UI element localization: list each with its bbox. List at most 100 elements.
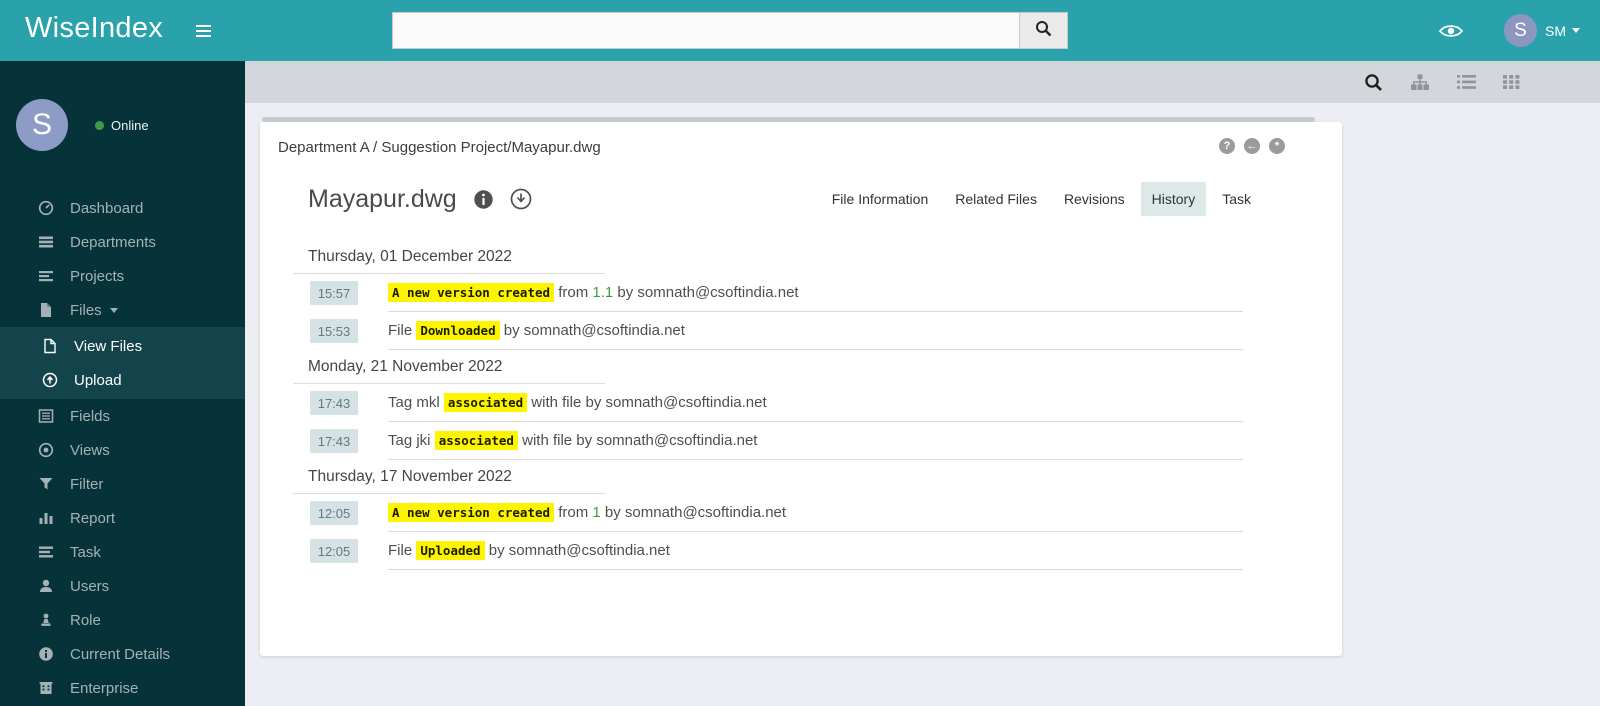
event-version: 1	[592, 504, 601, 521]
views-icon	[37, 442, 55, 458]
sidebar-item-label: Fields	[70, 407, 111, 425]
tab-task[interactable]: Task	[1211, 182, 1262, 216]
sidebar-profile: S Online	[0, 61, 245, 177]
event-suffix: by somnath@csoftindia.net	[484, 542, 670, 559]
sidebar-item-label: Dashboard	[70, 199, 144, 217]
enterprise-icon	[37, 680, 55, 696]
help-icon[interactable]: ?	[1219, 138, 1235, 154]
sidebar-item-label: Enterprise	[70, 679, 139, 697]
search-button[interactable]	[1020, 12, 1068, 49]
history-event-text: File Downloaded by somnath@csoftindia.ne…	[388, 312, 1243, 350]
sidebar-item-label: View Files	[74, 337, 143, 355]
fields-icon	[37, 408, 55, 424]
download-icon[interactable]	[510, 188, 532, 210]
sidebar-item-files[interactable]: Files	[0, 293, 245, 327]
event-prefix: Tag mkl	[388, 394, 444, 411]
sidebar-item-current-details[interactable]: Current Details	[0, 637, 245, 671]
event-highlight: associated	[434, 431, 518, 450]
sidebar-menu: Dashboard Departments Projects Files Vie…	[0, 191, 245, 705]
history-date-header: Monday, 21 November 2022	[293, 350, 605, 384]
topbar-right-group: S SM	[1438, 0, 1580, 61]
sidebar: S Online Dashboard Departments Projects …	[0, 61, 245, 706]
task-icon	[37, 544, 55, 560]
time-badge: 12:05	[310, 501, 358, 525]
history-row: 17:43 Tag mkl associated with file by so…	[293, 384, 1243, 422]
sitemap-icon[interactable]	[1410, 74, 1430, 91]
card-header-icons: ? ← *	[1219, 138, 1285, 154]
breadcrumb: Department A / Suggestion Project/Mayapu…	[278, 139, 601, 156]
files-submenu: View Files Upload	[0, 327, 245, 399]
sidebar-item-label: Report	[70, 509, 116, 527]
asterisk-icon[interactable]: *	[1269, 138, 1285, 154]
sidebar-item-task[interactable]: Task	[0, 535, 245, 569]
history-row: 17:43 Tag jki associated with file by so…	[293, 422, 1243, 460]
hamburger-menu-icon[interactable]	[196, 25, 211, 40]
event-highlight: A new version created	[388, 503, 555, 522]
sidebar-item-label: Filter	[70, 475, 104, 493]
online-status: Online	[95, 118, 149, 133]
tab-revisions[interactable]: Revisions	[1053, 182, 1136, 216]
eye-icon[interactable]	[1438, 22, 1464, 40]
list-view-icon[interactable]	[1457, 74, 1476, 90]
avatar[interactable]: S	[1504, 14, 1537, 47]
user-initials[interactable]: SM	[1545, 23, 1566, 39]
sidebar-item-departments[interactable]: Departments	[0, 225, 245, 259]
sidebar-item-projects[interactable]: Projects	[0, 259, 245, 293]
sidebar-item-users[interactable]: Users	[0, 569, 245, 603]
event-suffix: with file by somnath@csoftindia.net	[527, 394, 767, 411]
search-input[interactable]	[392, 12, 1020, 49]
event-middle: from	[554, 284, 593, 301]
event-suffix: by somnath@csoftindia.net	[613, 284, 799, 301]
upload-icon	[41, 372, 59, 388]
time-badge: 12:05	[310, 539, 358, 563]
sidebar-item-fields[interactable]: Fields	[0, 399, 245, 433]
sidebar-item-view-files[interactable]: View Files	[0, 329, 245, 363]
sidebar-item-label: Projects	[70, 267, 125, 285]
view-toolbar	[245, 61, 1600, 103]
sidebar-item-dashboard[interactable]: Dashboard	[0, 191, 245, 225]
sidebar-item-filter[interactable]: Filter	[0, 467, 245, 501]
dashboard-icon	[37, 200, 55, 216]
history-event-text: Tag mkl associated with file by somnath@…	[388, 384, 1243, 422]
history-event-text: File Uploaded by somnath@csoftindia.net	[388, 532, 1243, 570]
file-detail-tabs: File Information Related Files Revisions…	[816, 182, 1262, 216]
sidebar-item-enterprise[interactable]: Enterprise	[0, 671, 245, 705]
search-icon[interactable]	[1364, 73, 1383, 92]
history-row: 12:05 A new version created from 1 by so…	[293, 494, 1243, 532]
history-row: 15:53 File Downloaded by somnath@csoftin…	[293, 312, 1243, 350]
sidebar-item-label: Files	[70, 301, 102, 319]
status-label: Online	[111, 117, 149, 133]
event-suffix: by somnath@csoftindia.net	[499, 322, 685, 339]
event-suffix: by somnath@csoftindia.net	[600, 504, 787, 521]
history-row: 12:05 File Uploaded by somnath@csoftindi…	[293, 532, 1243, 570]
history-event-text: A new version created from 1.1 by somnat…	[388, 274, 1243, 312]
event-highlight: associated	[443, 393, 528, 412]
file-detail-card: Department A / Suggestion Project/Mayapu…	[260, 122, 1342, 656]
sidebar-item-role[interactable]: Role	[0, 603, 245, 637]
users-icon	[37, 578, 55, 594]
chevron-down-icon[interactable]	[1572, 28, 1580, 33]
tab-history[interactable]: History	[1140, 182, 1207, 216]
event-middle: from	[554, 504, 593, 521]
collapse-arrow-icon[interactable]: ←	[1244, 138, 1260, 154]
app-logo: WiseIndex	[25, 12, 164, 44]
event-prefix: File	[388, 322, 417, 339]
top-header-bar: WiseIndex S SM	[0, 0, 1600, 61]
sidebar-item-report[interactable]: Report	[0, 501, 245, 535]
sidebar-item-label: Current Details	[70, 645, 171, 663]
tab-file-information[interactable]: File Information	[821, 182, 939, 216]
sidebar-item-views[interactable]: Views	[0, 433, 245, 467]
sidebar-item-label: Task	[70, 543, 101, 561]
tab-related-files[interactable]: Related Files	[944, 182, 1048, 216]
avatar[interactable]: S	[16, 99, 68, 151]
event-highlight: Uploaded	[416, 541, 485, 560]
sidebar-item-upload[interactable]: Upload	[0, 363, 245, 397]
history-date-header: Thursday, 17 November 2022	[293, 460, 605, 494]
event-highlight: A new version created	[388, 283, 555, 302]
info-icon[interactable]	[473, 189, 494, 210]
sidebar-item-label: Departments	[70, 233, 156, 251]
event-prefix: Tag jki	[388, 432, 435, 449]
history-list: Thursday, 01 December 2022 15:57 A new v…	[260, 240, 1342, 570]
grid-view-icon[interactable]	[1503, 74, 1520, 90]
projects-icon	[37, 268, 55, 284]
